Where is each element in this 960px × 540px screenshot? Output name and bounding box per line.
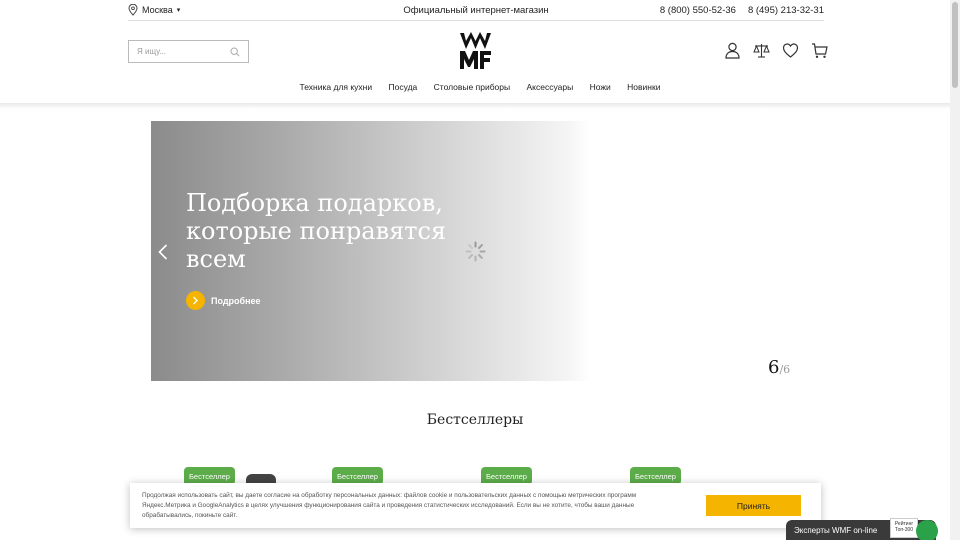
wmf-logo[interactable] bbox=[459, 32, 492, 70]
slide-total: /6 bbox=[779, 363, 791, 376]
banner-title: Подборка подарков, которые понравятся вс… bbox=[186, 189, 447, 273]
nav-item-accessories[interactable]: Аксессуары bbox=[527, 82, 574, 92]
hero-banner[interactable]: Подборка подарков, которые понравятся вс… bbox=[151, 121, 591, 381]
phone-link[interactable]: 8 (495) 213-32-31 bbox=[748, 5, 824, 16]
chevron-right-icon bbox=[186, 291, 205, 310]
phone-link[interactable]: 8 (800) 550-52-36 bbox=[660, 5, 736, 16]
scrollbar-thumb[interactable] bbox=[952, 2, 958, 88]
rating-badge[interactable]: Рейтинг Топ-300 bbox=[890, 518, 918, 538]
rating-sub: Топ-300 bbox=[894, 527, 914, 533]
search-icon[interactable] bbox=[230, 46, 240, 57]
search-placeholder: Я ищу... bbox=[137, 47, 167, 56]
top-bar: Москва ▾ Официальный интернет-магазин 8 … bbox=[128, 0, 824, 21]
banner-more-button[interactable]: Подробнее bbox=[186, 291, 261, 310]
slide-counter: 6/6 bbox=[768, 357, 790, 378]
loading-spinner-icon bbox=[465, 241, 486, 262]
main-nav: Техника для кухни Посуда Столовые прибор… bbox=[0, 82, 960, 92]
heart-icon[interactable] bbox=[782, 42, 799, 59]
chevron-left-icon[interactable] bbox=[158, 244, 168, 260]
nav-item-cookware[interactable]: Посуда bbox=[389, 82, 418, 92]
compare-icon[interactable] bbox=[753, 42, 770, 59]
scrollbar[interactable] bbox=[950, 0, 960, 540]
accept-cookies-button[interactable]: Принять bbox=[706, 495, 801, 516]
chat-label: Эксперты WMF on-line bbox=[794, 525, 878, 535]
section-title-bestsellers: Бестселлеры bbox=[426, 412, 524, 428]
cookie-text: Продолжая использовать сайт, вы даете со… bbox=[142, 491, 637, 519]
chat-status-icon[interactable] bbox=[916, 520, 938, 540]
cart-icon[interactable] bbox=[811, 42, 828, 59]
cookie-banner: Продолжая использовать сайт, вы даете со… bbox=[130, 483, 821, 528]
header-divider bbox=[0, 103, 950, 109]
nav-item-kitchen-appliances[interactable]: Техника для кухни bbox=[300, 82, 373, 92]
nav-item-cutlery[interactable]: Столовые приборы bbox=[434, 82, 510, 92]
nav-item-knives[interactable]: Ножи bbox=[590, 82, 611, 92]
banner-more-label: Подробнее bbox=[211, 295, 261, 306]
slide-current: 6 bbox=[768, 357, 780, 378]
user-icon[interactable] bbox=[724, 42, 741, 59]
nav-item-new[interactable]: Новинки bbox=[627, 82, 660, 92]
search-input[interactable]: Я ищу... bbox=[128, 40, 249, 63]
